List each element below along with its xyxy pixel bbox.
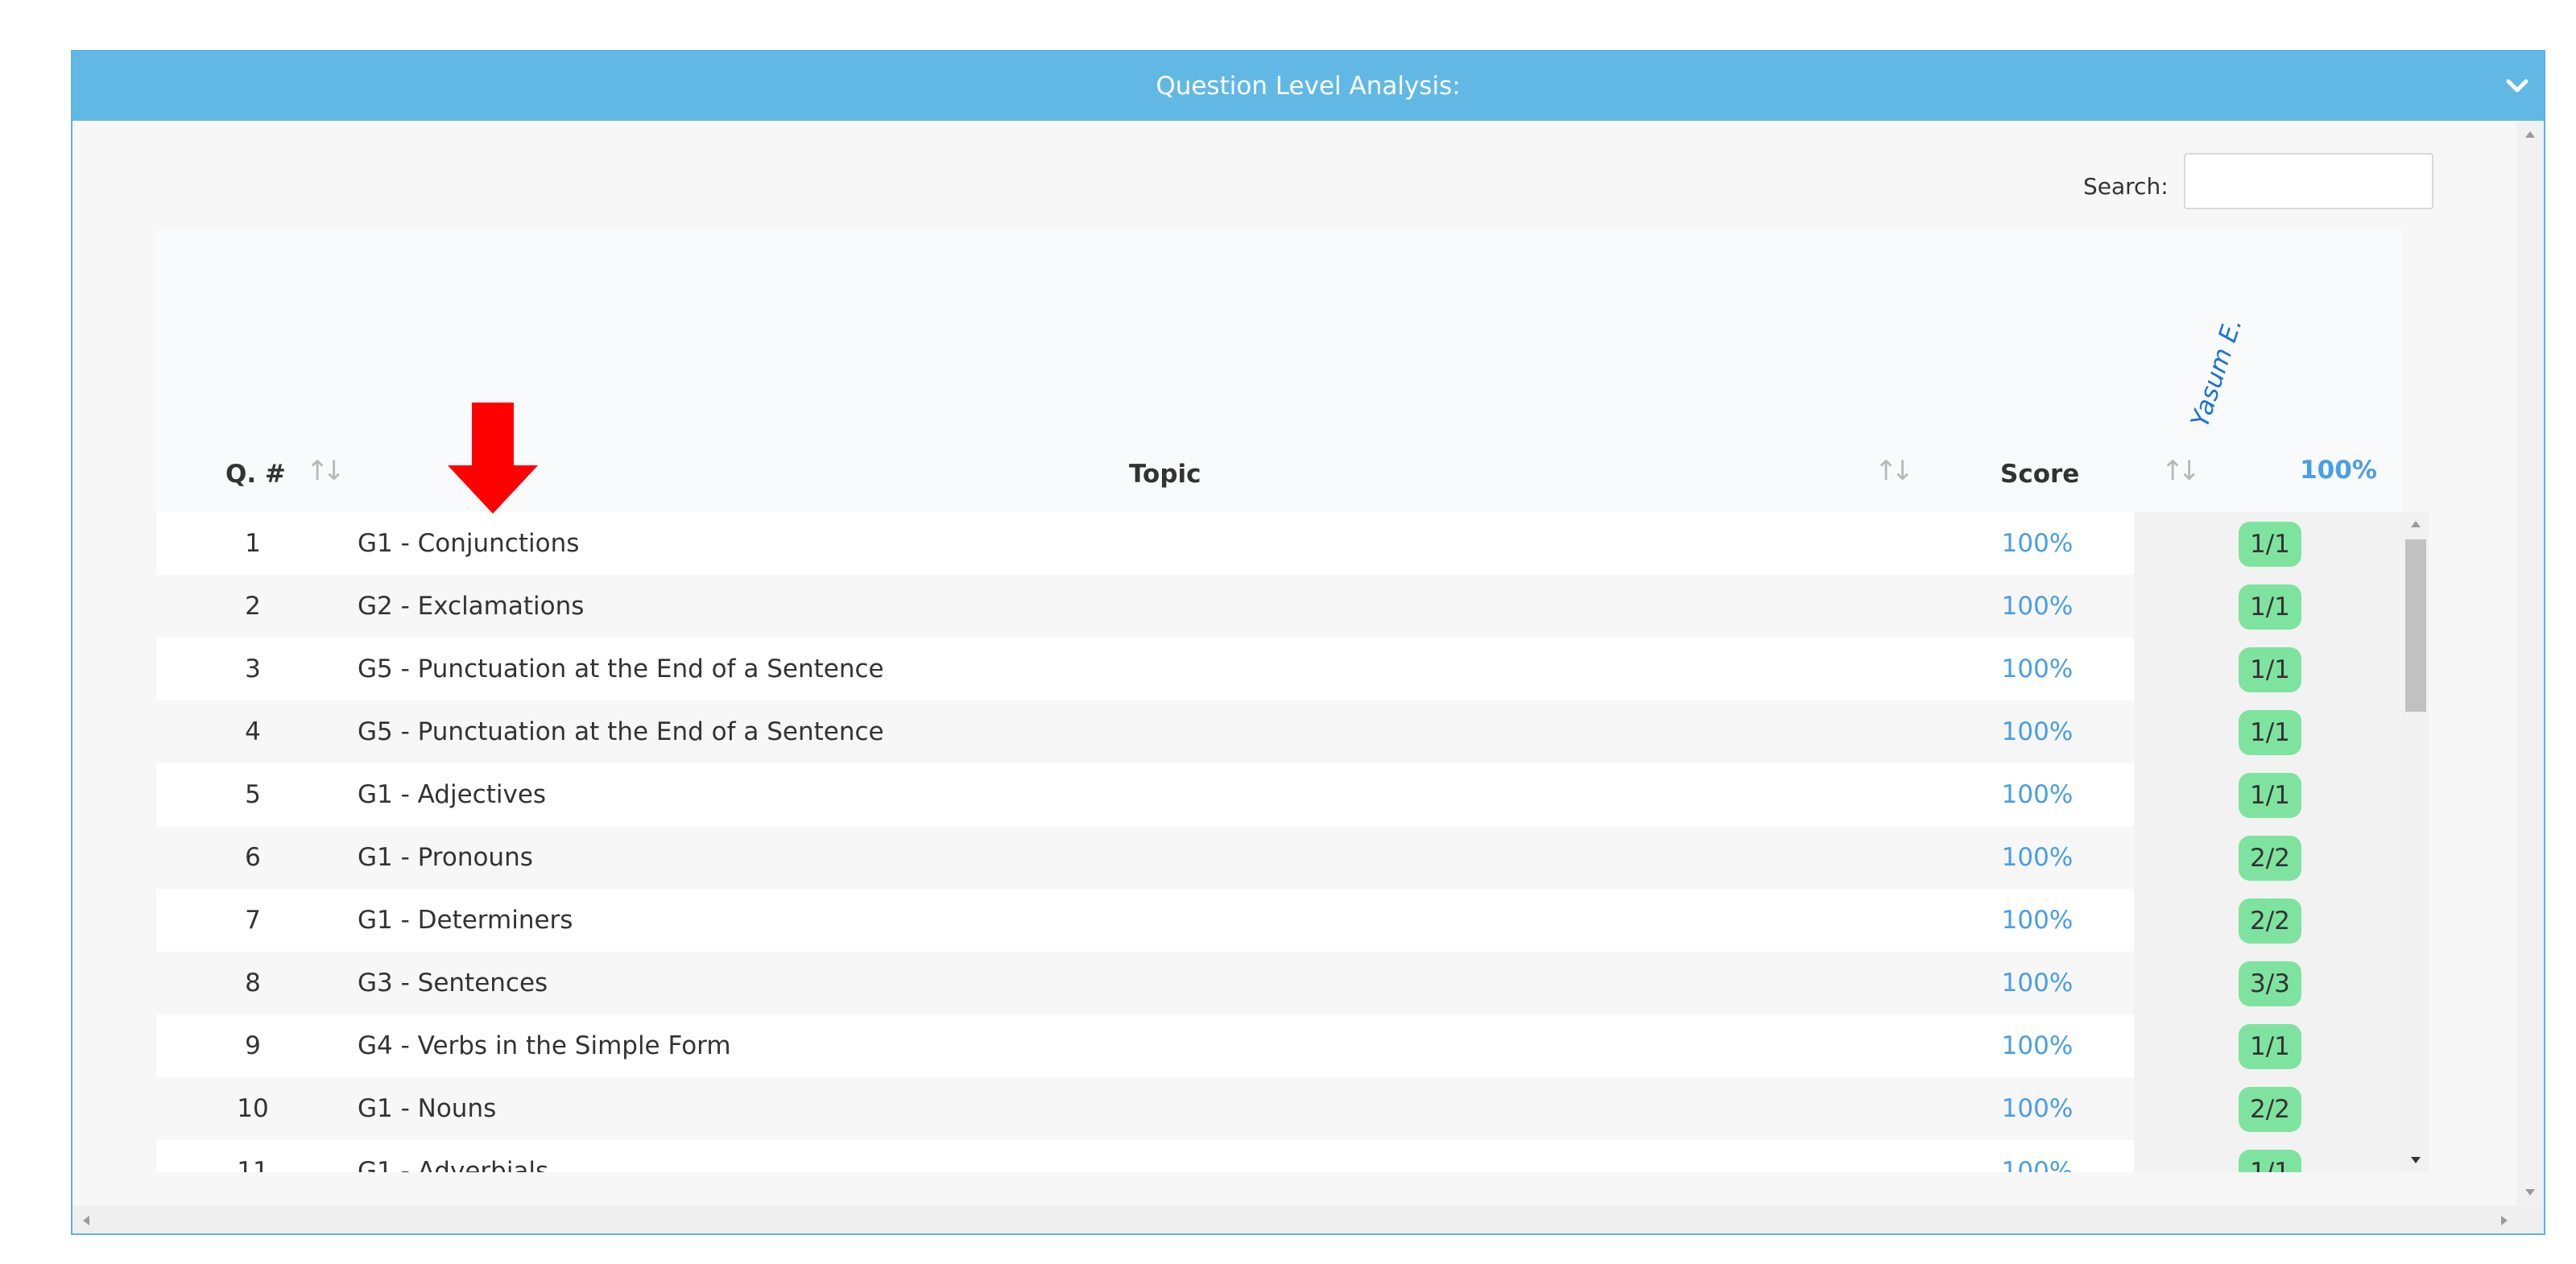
table-scroll-down-icon[interactable] xyxy=(2410,1156,2421,1164)
table-row[interactable]: 8 G3 - Sentences 100% 3/3 xyxy=(156,952,2403,1014)
score-cell: 100% xyxy=(2001,1094,2074,1123)
question-number: 2 xyxy=(245,592,261,621)
panel-vertical-scrollbar[interactable] xyxy=(2516,121,2544,1206)
mark-badge: 1/1 xyxy=(2239,522,2301,567)
column-header-topic[interactable]: Topic xyxy=(1129,454,1201,494)
mark-badge: 2/2 xyxy=(2239,1087,2301,1132)
scroll-right-icon[interactable] xyxy=(2500,1215,2508,1226)
question-table: Q. # ↑↓ Topic ↑↓ Score ↑↓ Yasum E. 100% … xyxy=(156,229,2403,1172)
panel-horizontal-scrollbar[interactable] xyxy=(72,1206,2544,1233)
question-number: 9 xyxy=(245,1031,261,1060)
table-row[interactable]: 6 G1 - Pronouns 100% 2/2 xyxy=(156,826,2403,889)
topic-cell: G1 - Pronouns xyxy=(358,843,533,872)
score-cell: 100% xyxy=(2001,906,2074,935)
score-cell: 100% xyxy=(2001,780,2074,809)
table-row[interactable]: 5 G1 - Adjectives 100% 1/1 xyxy=(156,763,2403,826)
score-cell: 100% xyxy=(2001,1157,2074,1172)
topic-cell: G5 - Punctuation at the End of a Sentenc… xyxy=(358,655,884,684)
table-vertical-scrollbar[interactable] xyxy=(2403,512,2429,1172)
mark-badge: 2/2 xyxy=(2239,898,2301,944)
table-scroll-up-icon[interactable] xyxy=(2410,520,2421,528)
topic-cell: G1 - Determiners xyxy=(358,906,573,935)
score-cell: 100% xyxy=(2001,717,2074,746)
table-row[interactable]: 9 G4 - Verbs in the Simple Form 100% 1/1 xyxy=(156,1014,2403,1077)
table-row[interactable]: 11 G1 - Adverbials 100% 1/1 xyxy=(156,1140,2403,1172)
search-input[interactable] xyxy=(2184,153,2433,209)
score-cell: 100% xyxy=(2001,969,2074,998)
mark-badge: 1/1 xyxy=(2239,647,2301,692)
panel-title: Question Level Analysis: xyxy=(1156,72,1461,101)
score-cell: 100% xyxy=(2001,655,2074,684)
table-row[interactable]: 10 G1 - Nouns 100% 2/2 xyxy=(156,1077,2403,1140)
chevron-down-icon xyxy=(2506,79,2528,93)
score-cell: 100% xyxy=(2001,843,2074,872)
question-number: 8 xyxy=(245,969,261,998)
mark-badge: 1/1 xyxy=(2239,773,2301,818)
question-number: 5 xyxy=(245,780,261,809)
table-scroll-thumb[interactable] xyxy=(2405,539,2426,712)
question-number: 3 xyxy=(245,655,261,684)
topic-cell: G4 - Verbs in the Simple Form xyxy=(358,1031,731,1060)
red-arrow-annotation-icon xyxy=(448,403,538,514)
question-number: 6 xyxy=(245,843,261,872)
scroll-down-icon[interactable] xyxy=(2524,1188,2536,1196)
question-number: 10 xyxy=(237,1094,269,1123)
mark-badge: 2/2 xyxy=(2239,836,2301,881)
page: Question Level Analysis: Search: Q. # ↑↓… xyxy=(0,0,2576,1264)
mark-badge: 1/1 xyxy=(2239,710,2301,755)
question-number: 7 xyxy=(245,906,261,935)
question-number: 4 xyxy=(245,717,261,746)
column-header-qnum[interactable]: Q. # xyxy=(225,454,286,494)
score-cell: 100% xyxy=(2001,529,2074,558)
topic-cell: G3 - Sentences xyxy=(358,969,548,998)
table-row[interactable]: 1 G1 - Conjunctions 100% 1/1 xyxy=(156,512,2403,575)
mark-badge: 3/3 xyxy=(2239,961,2301,1006)
mark-badge: 1/1 xyxy=(2239,584,2301,630)
student-average-score: 100% xyxy=(2300,456,2377,485)
student-name-header[interactable]: Yasum E. xyxy=(2185,314,2248,431)
topic-cell: G5 - Punctuation at the End of a Sentenc… xyxy=(358,717,884,746)
question-number: 11 xyxy=(237,1157,269,1172)
question-level-analysis-panel: Question Level Analysis: Search: Q. # ↑↓… xyxy=(71,50,2545,1235)
sort-topic-icon[interactable]: ↑↓ xyxy=(1875,455,1914,487)
question-number: 1 xyxy=(245,529,261,558)
table-row[interactable]: 7 G1 - Determiners 100% 2/2 xyxy=(156,889,2403,952)
search-label: Search: xyxy=(2083,173,2169,200)
panel-header[interactable]: Question Level Analysis: xyxy=(72,52,2544,121)
score-cell: 100% xyxy=(2001,1031,2074,1060)
mark-badge: 1/1 xyxy=(2239,1024,2301,1069)
scroll-left-icon[interactable] xyxy=(82,1215,90,1226)
table-row[interactable]: 3 G5 - Punctuation at the End of a Senten… xyxy=(156,638,2403,700)
table-body: 1 G1 - Conjunctions 100% 1/1 2 G2 - Exclamati… xyxy=(156,512,2403,1172)
table-row[interactable]: 2 G2 - Exclamations 100% 1/1 xyxy=(156,575,2403,638)
topic-cell: G2 - Exclamations xyxy=(358,592,585,621)
collapse-button[interactable] xyxy=(2495,64,2539,108)
table-row[interactable]: 4 G5 - Punctuation at the End of a Senten… xyxy=(156,700,2403,763)
scroll-up-icon[interactable] xyxy=(2524,130,2536,138)
topic-cell: G1 - Nouns xyxy=(358,1094,497,1123)
score-cell: 100% xyxy=(2001,592,2074,621)
sort-score-icon[interactable]: ↑↓ xyxy=(2161,455,2201,487)
topic-cell: G1 - Adjectives xyxy=(358,780,547,809)
mark-badge: 1/1 xyxy=(2239,1150,2301,1172)
topic-cell: G1 - Conjunctions xyxy=(358,529,580,558)
column-header-score[interactable]: Score xyxy=(2000,454,2079,494)
sort-qnum-icon[interactable]: ↑↓ xyxy=(306,455,345,487)
topic-cell: G1 - Adverbials xyxy=(358,1157,549,1172)
